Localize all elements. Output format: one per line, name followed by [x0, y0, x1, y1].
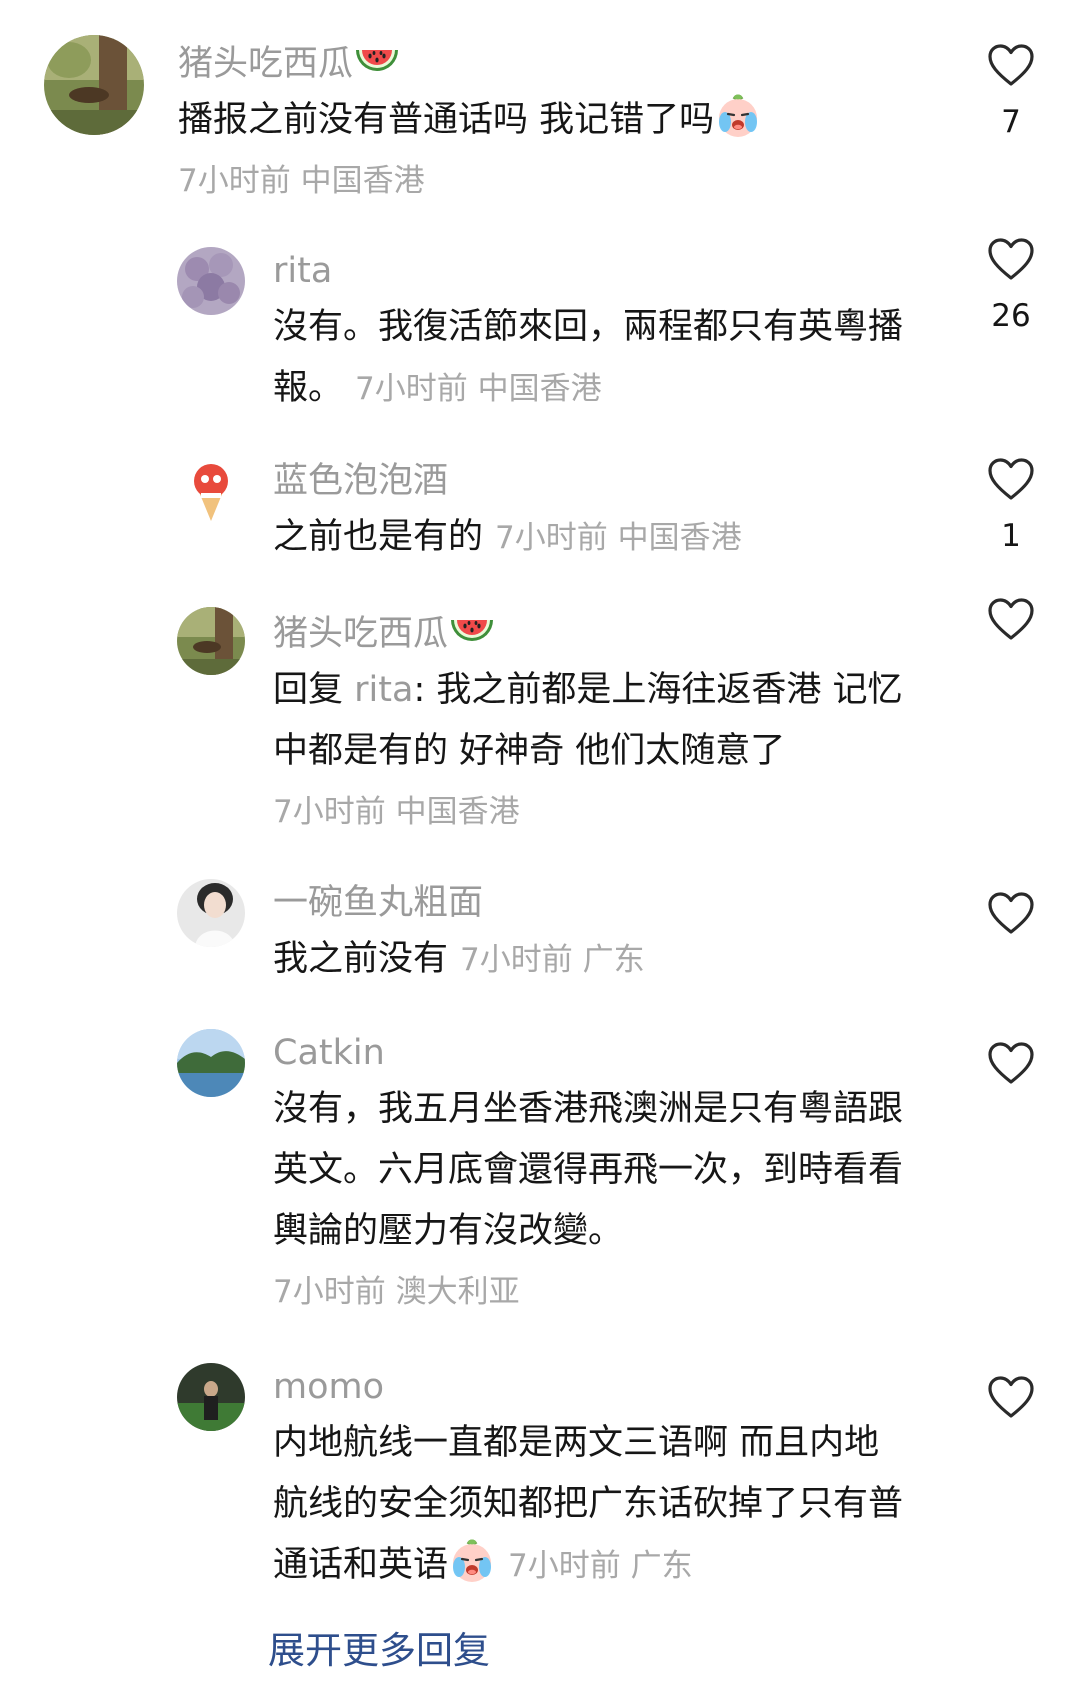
comment-time: 7小时前: [273, 1274, 386, 1310]
comment-meta: 7小时前 中国香港: [178, 151, 898, 212]
heart-icon[interactable]: [987, 1041, 1035, 1085]
heart-icon[interactable]: [987, 237, 1035, 281]
comment-location: 中国香港: [395, 794, 520, 830]
comment-location: 中国香港: [477, 371, 602, 407]
heart-icon[interactable]: [987, 43, 1035, 87]
comment-time: 7小时前: [178, 163, 291, 199]
avatar[interactable]: [177, 457, 245, 525]
heart-icon[interactable]: [987, 891, 1035, 935]
like-button[interactable]: 7: [976, 43, 1046, 143]
like-button[interactable]: [976, 891, 1046, 935]
comment-meta: 7小时前 中国香港: [495, 520, 742, 556]
comment-time: 7小时前: [273, 794, 386, 830]
comment-text[interactable]: 回复 rita: 我之前都是上海往返香港 记忆中都是有的 好神奇 他们太随意了: [273, 660, 913, 782]
comment-location: 广东: [582, 942, 645, 978]
comment-text[interactable]: 我之前没有 7小时前 广东: [273, 929, 913, 991]
comment-meta: 7小时前 广东: [508, 1548, 693, 1584]
heart-icon[interactable]: [987, 1375, 1035, 1419]
like-button[interactable]: 26: [976, 237, 1046, 337]
comment-location: 广东: [630, 1548, 693, 1584]
comment-meta: 7小时前 中国香港: [355, 371, 602, 407]
comment-time: 7小时前: [508, 1548, 621, 1584]
username[interactable]: 猪头吃西瓜: [273, 605, 913, 660]
like-button[interactable]: [976, 1041, 1046, 1085]
avatar[interactable]: [177, 1029, 245, 1097]
avatar[interactable]: [177, 247, 245, 315]
like-button[interactable]: 1: [976, 457, 1046, 557]
avatar[interactable]: [177, 607, 245, 675]
username[interactable]: 猪头吃西瓜: [178, 35, 898, 90]
expand-more-replies-link[interactable]: 展开更多回复: [268, 1625, 490, 1677]
username[interactable]: 一碗鱼丸粗面: [273, 877, 913, 929]
crying-face-emoji-icon: [714, 91, 762, 139]
comment-time: 7小时前: [460, 942, 573, 978]
username[interactable]: rita: [273, 245, 913, 297]
like-count: 1: [1001, 518, 1021, 554]
comment-meta: 7小时前 中国香港: [273, 782, 913, 843]
reply-target-link[interactable]: rita: [354, 670, 413, 710]
watermelon-emoji-icon: [353, 35, 401, 83]
comment-time: 7小时前: [355, 371, 468, 407]
comment-location: 中国香港: [300, 163, 425, 199]
like-button[interactable]: [976, 597, 1046, 655]
comment-text[interactable]: 播报之前没有普通话吗 我记错了吗: [178, 90, 898, 151]
comment-text[interactable]: 沒有。我復活節來回，兩程都只有英粵播報。 7小时前 中国香港: [273, 297, 913, 420]
avatar[interactable]: [177, 1363, 245, 1431]
comment-meta: 7小时前 澳大利亚: [273, 1262, 913, 1323]
like-count: 7: [1001, 104, 1021, 140]
avatar[interactable]: [177, 879, 245, 947]
comment-time: 7小时前: [495, 520, 608, 556]
comment-location: 中国香港: [617, 520, 742, 556]
comment-text[interactable]: 内地航线一直都是两文三语啊 而且内地航线的安全须知都把广东话砍掉了只有普通话和英…: [273, 1413, 913, 1597]
avatar[interactable]: [44, 35, 144, 135]
comment-text[interactable]: 沒有，我五月坐香港飛澳洲是只有粵語跟英文。六月底會還得再飛一次，到時看看輿論的壓…: [273, 1079, 913, 1262]
heart-icon[interactable]: [987, 457, 1035, 501]
heart-icon[interactable]: [987, 597, 1035, 641]
watermelon-emoji-icon: [448, 605, 496, 653]
username[interactable]: Catkin: [273, 1027, 913, 1079]
comment-meta: 7小时前 广东: [460, 942, 645, 978]
username[interactable]: momo: [273, 1361, 913, 1413]
comment-location: 澳大利亚: [395, 1274, 520, 1310]
comment-text[interactable]: 之前也是有的 7小时前 中国香港: [273, 507, 913, 569]
crying-face-emoji-icon: [448, 1536, 496, 1584]
like-button[interactable]: [976, 1375, 1046, 1419]
username[interactable]: 蓝色泡泡酒: [273, 455, 913, 507]
like-count: 26: [991, 298, 1031, 334]
